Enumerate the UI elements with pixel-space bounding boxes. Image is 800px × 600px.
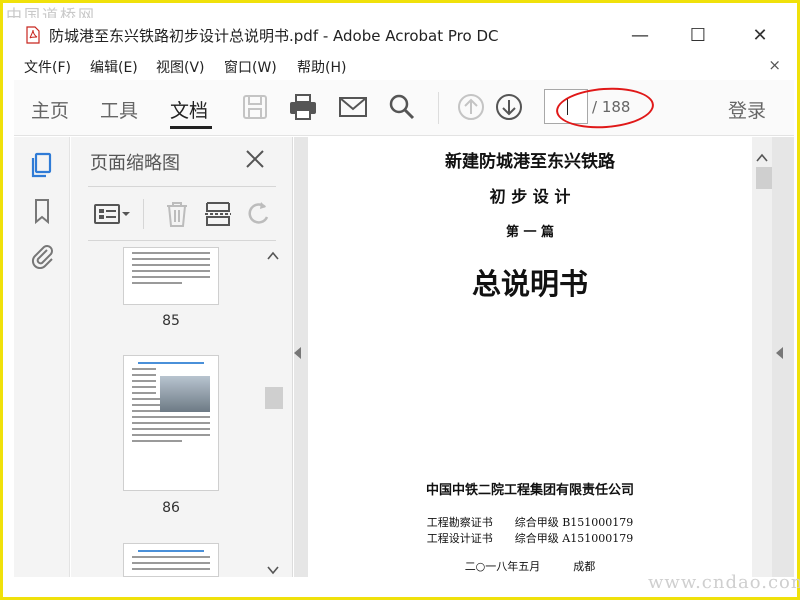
menu-view[interactable]: 视图(V) (156, 57, 205, 77)
email-icon[interactable] (338, 92, 368, 122)
menu-bar: 文件(F) 编辑(E) 视图(V) 窗口(W) 帮助(H) × (3, 54, 797, 78)
thumbnail-text-lines (124, 556, 218, 570)
toolbar: 主页 工具 文档 / 188 登录 (14, 80, 794, 136)
thumbnail-text-lines (124, 252, 218, 284)
doc-company: 中国中铁二院工程集团有限责任公司 (425, 483, 634, 498)
save-icon[interactable] (240, 92, 270, 122)
window-title: 防城港至东兴铁路初步设计总说明书.pdf - Adobe Acrobat Pro… (49, 27, 499, 45)
login-button[interactable]: 登录 (728, 96, 766, 123)
rotate-icon[interactable] (243, 199, 273, 229)
extract-icon[interactable] (203, 199, 233, 229)
doc-design-certificate: 工程设计证书 综合甲级 A151000179 (426, 532, 634, 545)
print-icon[interactable] (288, 92, 318, 122)
thumbnail-header-line (138, 550, 204, 552)
thumbnail-scrollbar[interactable] (265, 249, 283, 577)
thumbnail-page-85[interactable] (123, 247, 219, 305)
tab-document[interactable]: 文档 (170, 96, 208, 123)
thumbnail-header-line (138, 362, 204, 364)
page-thumbnails-panel: 页面缩略图 85 86 (71, 137, 293, 577)
scroll-up-icon[interactable] (756, 153, 768, 163)
tab-tools[interactable]: 工具 (100, 96, 138, 123)
thumbnail-options-icon[interactable] (93, 199, 131, 229)
prev-page-icon[interactable] (456, 92, 486, 122)
maximize-button[interactable]: ☐ (683, 22, 713, 48)
menu-file[interactable]: 文件(F) (24, 57, 71, 77)
scroll-down-icon[interactable] (267, 565, 279, 575)
tab-home[interactable]: 主页 (31, 96, 69, 123)
attachment-icon[interactable] (28, 241, 56, 269)
tool-separator (143, 199, 144, 229)
menu-edit[interactable]: 编辑(E) (90, 57, 138, 77)
doc-survey-certificate: 工程勘察证书 综合甲级 B151000179 (426, 516, 634, 529)
menu-window[interactable]: 窗口(W) (224, 57, 277, 77)
scrollbar-thumb[interactable] (756, 167, 772, 189)
doc-title: 总说明书 (471, 267, 588, 301)
thumbnail-page-number: 86 (162, 500, 180, 516)
document-view: 新建防城港至东兴铁路 初 步 设 计 第 一 篇 总说明书 中国中铁二院工程集团… (294, 137, 794, 577)
document-scrollbar[interactable] (752, 137, 772, 577)
scroll-up-icon[interactable] (267, 251, 279, 261)
navigation-rail (14, 137, 70, 577)
active-tab-indicator (170, 126, 212, 129)
panel-divider (88, 240, 276, 241)
bookmark-icon[interactable] (28, 197, 56, 225)
pdf-file-icon (26, 26, 40, 44)
close-document-button[interactable]: × (768, 56, 781, 74)
expand-right-panel-icon[interactable] (776, 347, 784, 359)
doc-part: 第 一 篇 (505, 225, 555, 240)
watermark-bottom: www.cndao.com (648, 572, 800, 593)
thumbnail-page-86[interactable] (123, 355, 219, 491)
pdf-page: 新建防城港至东兴铁路 初 步 设 计 第 一 篇 总说明书 中国中铁二院工程集团… (308, 137, 752, 577)
close-icon[interactable] (243, 147, 267, 171)
pages-icon[interactable] (28, 151, 56, 179)
panel-title: 页面缩略图 (90, 153, 180, 174)
thumbnail-page-number: 85 (162, 313, 180, 329)
doc-heading: 新建防城港至东兴铁路 (445, 152, 615, 172)
panel-divider (88, 186, 276, 187)
title-bar: 防城港至东兴铁路初步设计总说明书.pdf - Adobe Acrobat Pro… (3, 18, 797, 52)
delete-icon[interactable] (162, 199, 192, 229)
menu-help[interactable]: 帮助(H) (297, 57, 346, 77)
close-window-button[interactable]: ✕ (745, 22, 775, 48)
collapse-panel-icon[interactable] (294, 347, 302, 359)
thumbnail-page-87[interactable] (123, 543, 219, 577)
toolbar-separator (438, 92, 439, 124)
next-page-icon[interactable] (494, 92, 524, 122)
thumbnail-bridge-image (160, 376, 210, 412)
minimize-button[interactable]: — (625, 22, 655, 48)
doc-subheading: 初 步 设 计 (489, 187, 571, 206)
search-icon[interactable] (387, 92, 417, 122)
scrollbar-thumb[interactable] (265, 387, 283, 409)
